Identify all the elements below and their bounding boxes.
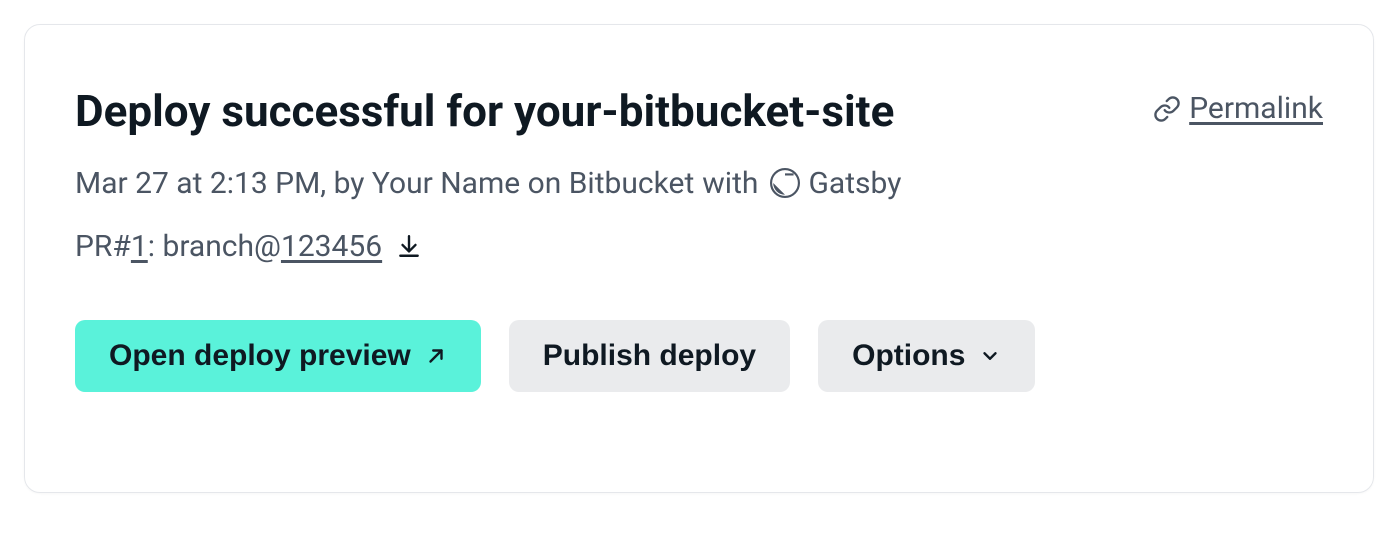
pr-prefix: PR#: [75, 229, 131, 264]
open-deploy-preview-label: Open deploy preview: [109, 339, 411, 373]
meta-with: with: [702, 166, 758, 201]
meta-datetime-author: Mar 27 at 2:13 PM, by Your Name on Bitbu…: [75, 166, 694, 201]
gatsby-icon: [770, 168, 800, 198]
permalink-link[interactable]: Permalink: [1153, 91, 1323, 126]
header-row: Deploy successful for your-bitbucket-sit…: [75, 85, 1323, 138]
publish-deploy-label: Publish deploy: [543, 339, 756, 373]
pr-branch-label: : branch@: [148, 229, 281, 264]
meta-framework: Gatsby: [808, 166, 901, 201]
link-icon: [1153, 95, 1181, 123]
deploy-title: Deploy successful for your-bitbucket-sit…: [75, 85, 894, 138]
deploy-card: Deploy successful for your-bitbucket-sit…: [24, 24, 1374, 493]
button-row: Open deploy preview Publish deploy Optio…: [75, 320, 1323, 392]
open-deploy-preview-button[interactable]: Open deploy preview: [75, 320, 481, 392]
pr-number-link[interactable]: 1: [131, 229, 148, 264]
options-button[interactable]: Options: [818, 320, 1035, 392]
external-link-icon: [425, 345, 447, 367]
permalink-label: Permalink: [1189, 91, 1323, 126]
commit-link[interactable]: 123456: [281, 229, 382, 264]
options-label: Options: [852, 339, 965, 373]
publish-deploy-button[interactable]: Publish deploy: [509, 320, 790, 392]
deploy-meta: Mar 27 at 2:13 PM, by Your Name on Bitbu…: [75, 166, 1323, 201]
chevron-down-icon: [979, 345, 1001, 367]
pr-row: PR#1: branch@123456: [75, 229, 1323, 264]
download-icon[interactable]: [396, 233, 422, 259]
